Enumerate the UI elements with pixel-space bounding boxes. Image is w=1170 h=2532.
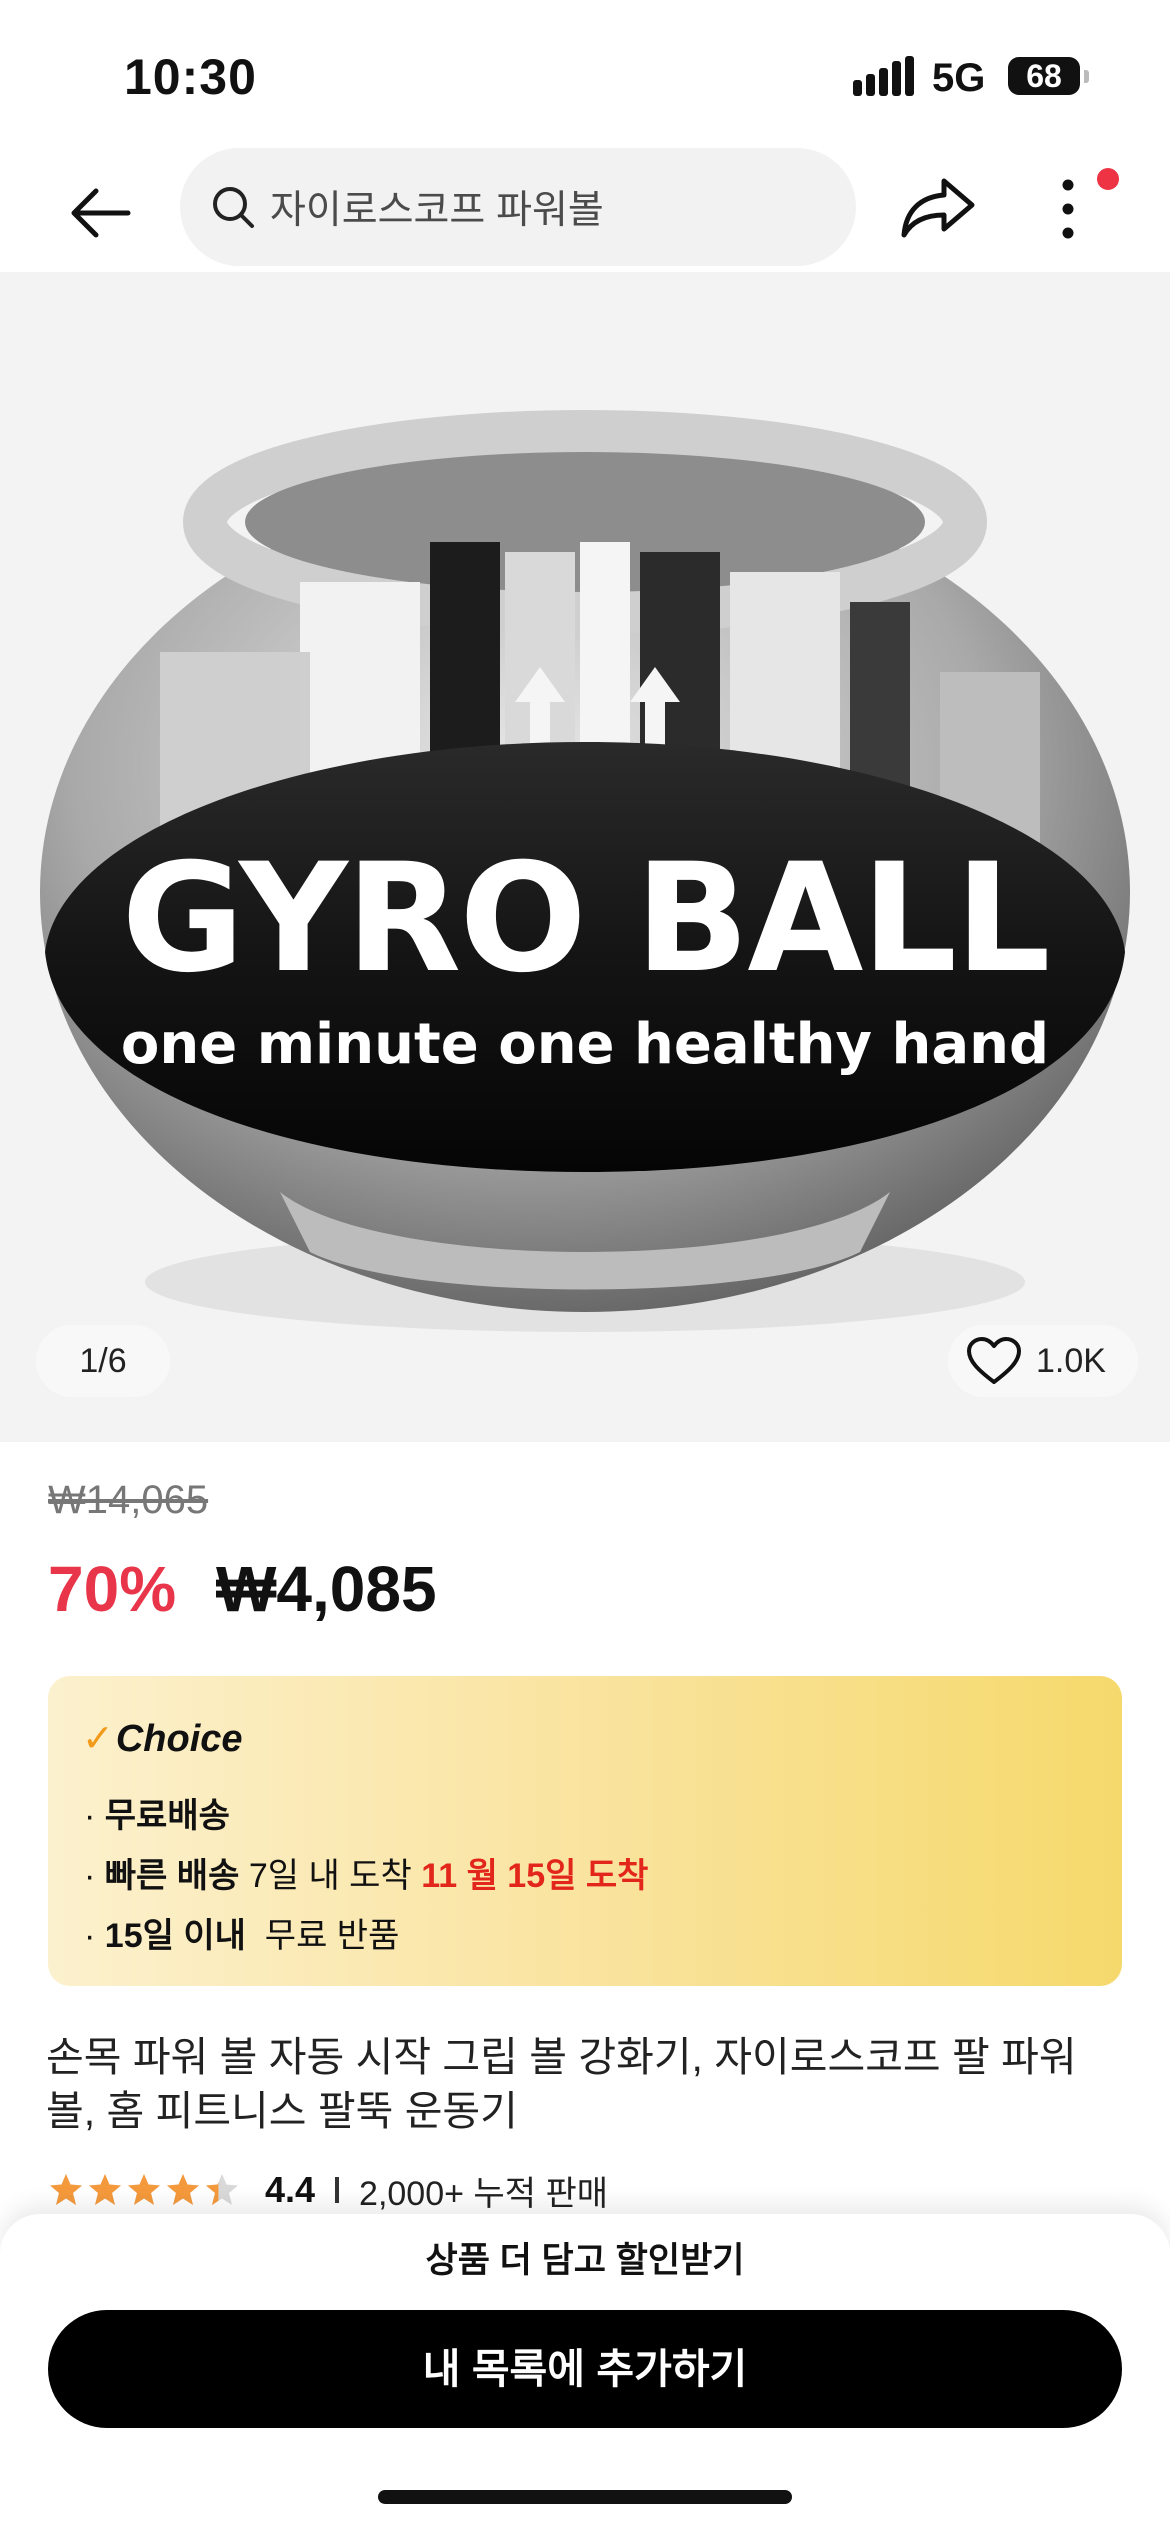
choice-benefits-card[interactable]: ✓Choice · 무료배송 · 빠른 배송 7일 내 도착 11 월 15일 … <box>48 1676 1122 1986</box>
rating-row[interactable]: 4.4 2,000+ 누적 판매 <box>48 2166 608 2214</box>
wishlist-count: 1.0K <box>1036 1341 1106 1380</box>
battery-level: 68 <box>1026 58 1062 94</box>
product-title: 손목 파워 볼 자동 시작 그립 볼 강화기, 자이로스코프 팔 파워 볼, 홈… <box>46 2034 1077 2134</box>
star-icon <box>128 2174 160 2205</box>
divider <box>335 2177 340 2203</box>
product-image[interactable]: GYRO BALL one minute one healthy hand <box>0 272 1170 1442</box>
returns-desc: 무료 반품 <box>264 1917 400 1955</box>
sold-count: 2,000+ 누적 판매 <box>359 2174 608 2213</box>
arrival-date: 11 월 15일 도착 <box>421 1857 649 1895</box>
status-bar: 10:30 5G 68 <box>0 0 1170 140</box>
battery-icon: 68 <box>1008 57 1080 95</box>
free-shipping-line: · 무료배송 <box>84 1788 230 1837</box>
sale-price: ₩4,085 <box>216 1553 437 1625</box>
choice-logo-text: Choice <box>115 1718 243 1760</box>
image-counter: 1/6 <box>36 1325 170 1397</box>
arrow-left-icon <box>71 188 131 238</box>
battery-cap <box>1084 70 1089 83</box>
share-icon <box>901 178 975 238</box>
star-icon <box>50 2174 82 2205</box>
check-icon: ✓ <box>82 1718 114 1760</box>
status-time: 10:30 <box>124 49 257 105</box>
network-label: 5G <box>932 56 986 100</box>
heart-icon <box>967 1337 1021 1384</box>
wishlist-button[interactable]: 1.0K <box>948 1325 1138 1397</box>
bullet: · <box>84 1797 96 1835</box>
star-icon <box>206 2174 238 2205</box>
notification-dot <box>1097 168 1119 190</box>
top-bar: 자이로스코프 파워볼 <box>0 140 1170 272</box>
star-icon <box>89 2174 121 2205</box>
star-icon <box>167 2174 199 2205</box>
search-query: 자이로스코프 파워볼 <box>270 189 604 232</box>
back-button[interactable] <box>58 170 144 256</box>
signal-icon <box>853 56 914 96</box>
rating-value: 4.4 <box>265 2169 316 2210</box>
bullet: · <box>84 1917 96 1955</box>
search-icon <box>213 187 254 228</box>
bundle-promo-text[interactable]: 상품 더 담고 할인받기 <box>0 2232 1170 2283</box>
choice-logo: ✓Choice <box>82 1716 243 1761</box>
free-returns-line: · 15일 이내 무료 반품 <box>84 1908 399 1957</box>
returns-label: 15일 이내 <box>104 1917 246 1955</box>
gyro-ball-brand-text: GYRO BALL <box>121 832 1050 1006</box>
search-bar[interactable]: 자이로스코프 파워볼 <box>180 148 856 266</box>
share-button[interactable] <box>890 164 986 250</box>
home-indicator[interactable] <box>378 2490 792 2504</box>
free-shipping-label: 무료배송 <box>104 1797 230 1835</box>
add-to-list-button[interactable]: 내 목록에 추가하기 <box>48 2310 1122 2428</box>
gyro-ball-tagline: one minute one healthy hand <box>120 1012 1050 1077</box>
fast-delivery-line: · 빠른 배송 7일 내 도착 11 월 15일 도착 <box>84 1848 648 1897</box>
original-price: ₩14,065 <box>48 1478 209 1522</box>
rating-stars <box>48 2172 243 2208</box>
more-button[interactable] <box>1040 166 1096 252</box>
fast-delivery-desc: 7일 내 도착 <box>248 1857 412 1895</box>
discount-percent: 70% <box>48 1553 177 1625</box>
bullet: · <box>84 1857 96 1895</box>
fast-delivery-label: 빠른 배송 <box>104 1857 240 1895</box>
more-vertical-icon <box>1062 179 1074 239</box>
